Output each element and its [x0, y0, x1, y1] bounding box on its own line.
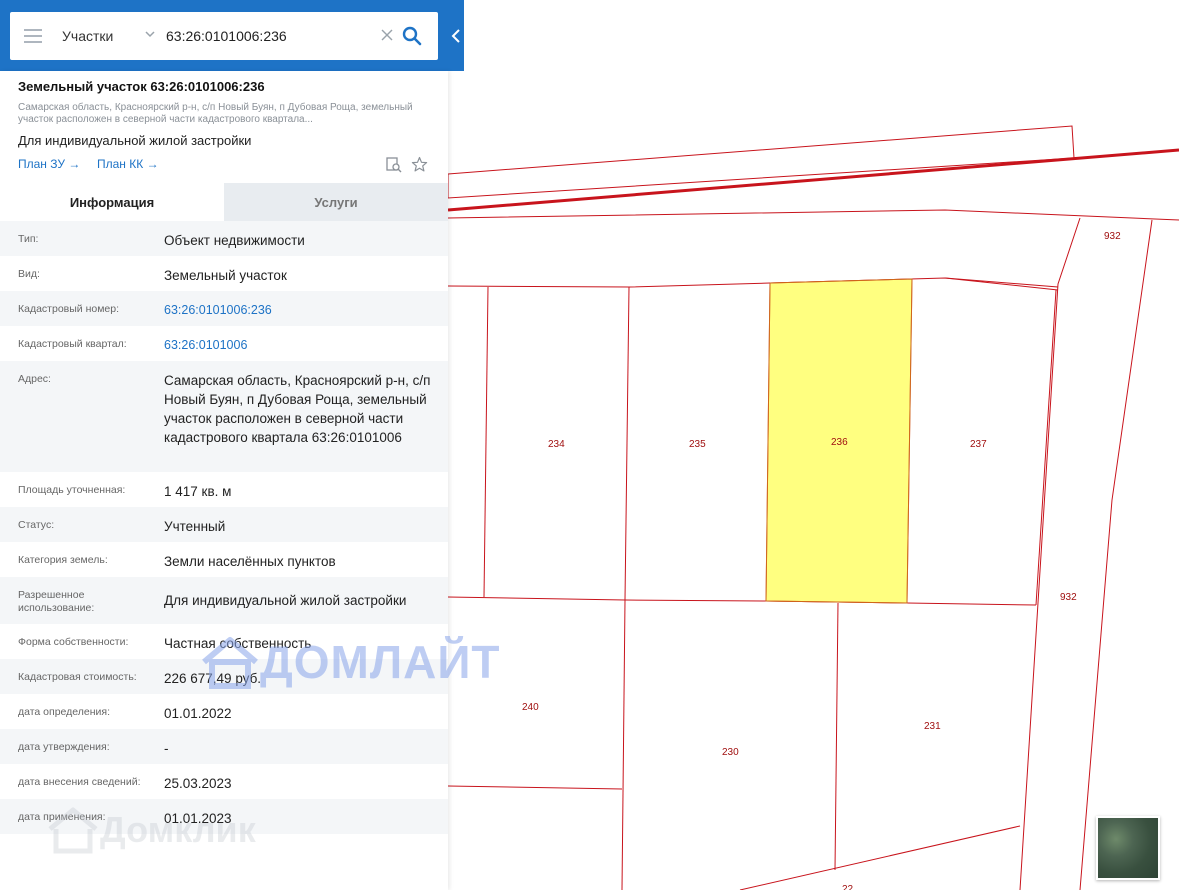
attr-value: Земли населённых пунктов [164, 554, 336, 569]
search-icon[interactable] [402, 26, 422, 46]
attr-key: дата внесения сведений: [18, 776, 141, 788]
layer-select-label: Участки [62, 28, 114, 44]
hamburger-menu-icon[interactable] [24, 29, 42, 43]
plot-label: 932 [1104, 231, 1121, 242]
attr-key: Вид: [18, 268, 40, 280]
info-panel: Земельный участок 63:26:0101006:236 Сама… [0, 71, 448, 890]
parcel-address: Самарская область, Красноярский р-н, с/п… [18, 102, 413, 125]
attr-key: дата применения: [18, 811, 106, 823]
tabs: Информация Услуги [0, 183, 448, 221]
boundary-line [483, 286, 489, 598]
tab-info[interactable]: Информация [0, 183, 224, 221]
search-box: Участки [10, 12, 438, 60]
attr-key: дата утверждения: [18, 741, 110, 753]
attr-value: 25.03.2023 [164, 776, 232, 791]
collapse-panel-button[interactable] [448, 0, 464, 71]
attr-row: Категория земель: Земли населённых пункт… [0, 542, 448, 577]
attr-row: дата внесения сведений: 25.03.2023 [0, 764, 448, 799]
satellite-layer-toggle[interactable] [1096, 816, 1160, 880]
attr-row: Адрес: Самарская область, Красноярский р… [0, 361, 448, 472]
attr-row: Кадастровый квартал: 63:26:0101006 [0, 326, 448, 361]
attr-row: дата утверждения: - [0, 729, 448, 764]
attr-value: Для индивидуальной жилой застройки [164, 593, 407, 608]
plot-label: 231 [924, 721, 941, 732]
attr-value: 226 677,49 руб. [164, 671, 262, 686]
attr-key: Статус: [18, 519, 55, 531]
boundary-line [621, 599, 626, 890]
attr-row: Площадь уточненная: 1 417 кв. м [0, 472, 448, 507]
attr-value: Частная собственность [164, 636, 312, 651]
plan-kk-link[interactable]: План КК → [97, 157, 159, 171]
attr-value: 01.01.2023 [164, 811, 232, 826]
boundary-line [1035, 289, 1057, 606]
plot-label: 235 [689, 439, 706, 450]
plot-label: 240 [522, 702, 539, 713]
plot-label: 234 [548, 439, 565, 450]
plot-label: 230 [722, 747, 739, 758]
attr-row: Форма собственности: Частная собственнос… [0, 624, 448, 659]
lower-boundary [447, 785, 623, 790]
attr-key: Кадастровый квартал: [18, 338, 127, 350]
attr-value: Объект недвижимости [164, 233, 305, 248]
tab-services[interactable]: Услуги [224, 183, 448, 221]
attr-row: Статус: Учтенный [0, 507, 448, 542]
attr-row: Тип: Объект недвижимости [0, 221, 448, 256]
plan-zu-link[interactable]: План ЗУ → [18, 157, 80, 171]
attr-key: Адрес: [18, 373, 51, 385]
attr-value: - [164, 741, 169, 756]
attr-row: Разрешенное использование: Для индивидуа… [0, 577, 448, 624]
chevron-down-icon [145, 31, 155, 38]
attr-row: Вид: Земельный участок [0, 256, 448, 291]
star-icon[interactable] [411, 156, 428, 173]
attr-row: дата применения: 01.01.2023 [0, 799, 448, 834]
search-panel: Участки [0, 0, 464, 71]
attr-key: Форма собственности: [18, 636, 129, 648]
cadastral-quarter-link[interactable]: 63:26:0101006 [164, 326, 448, 361]
attr-row: Кадастровая стоимость: 226 677,49 руб. [0, 659, 448, 694]
attr-row: дата определения: 01.01.2022 [0, 694, 448, 729]
plot-932-west [1019, 217, 1081, 890]
attr-key: Категория земель: [18, 554, 108, 566]
attr-value: 01.01.2022 [164, 706, 232, 721]
parcel-purpose: Для индивидуальной жилой застройки [18, 133, 252, 148]
boundary-line [624, 286, 630, 601]
chevron-left-icon [451, 29, 460, 43]
upper-band-boundary [447, 209, 1179, 221]
attr-key: дата определения: [18, 706, 111, 718]
attr-row: Кадастровый номер: 63:26:0101006:236 [0, 291, 448, 326]
plot-label: 932 [1060, 592, 1077, 603]
boundary-line [944, 277, 1059, 288]
layer-select[interactable]: Участки [62, 12, 162, 60]
road-strip-boundary [447, 125, 1075, 199]
search-input[interactable] [166, 24, 376, 48]
boundary-line [834, 602, 839, 871]
attr-key: Разрешенное использование: [18, 589, 95, 614]
attr-key: Кадастровый номер: [18, 303, 120, 315]
attr-value: 1 417 кв. м [164, 484, 232, 499]
cadastral-number-link[interactable]: 63:26:0101006:236 [164, 291, 448, 326]
attr-key: Площадь уточненная: [18, 484, 126, 496]
document-search-icon[interactable] [385, 156, 402, 173]
middle-row-boundary [447, 596, 1037, 606]
parcel-title: Земельный участок 63:26:0101006:236 [18, 79, 265, 94]
close-icon[interactable] [380, 28, 394, 42]
attr-value: Учтенный [164, 519, 226, 534]
plot-label: 236 [831, 437, 848, 448]
road-line [447, 148, 1179, 212]
attributes-table: Тип: Объект недвижимости Вид: Земельный … [0, 221, 448, 834]
attr-key: Тип: [18, 233, 39, 245]
lower-boundary [739, 825, 1021, 890]
plot-label: 237 [970, 439, 987, 450]
attr-value: Земельный участок [164, 268, 287, 283]
plot-label: 22 [842, 884, 854, 890]
attr-value: Самарская область, Красноярский р-н, с/п… [164, 373, 431, 445]
attr-key: Кадастровая стоимость: [18, 671, 137, 683]
plot-932-east [1079, 219, 1153, 890]
